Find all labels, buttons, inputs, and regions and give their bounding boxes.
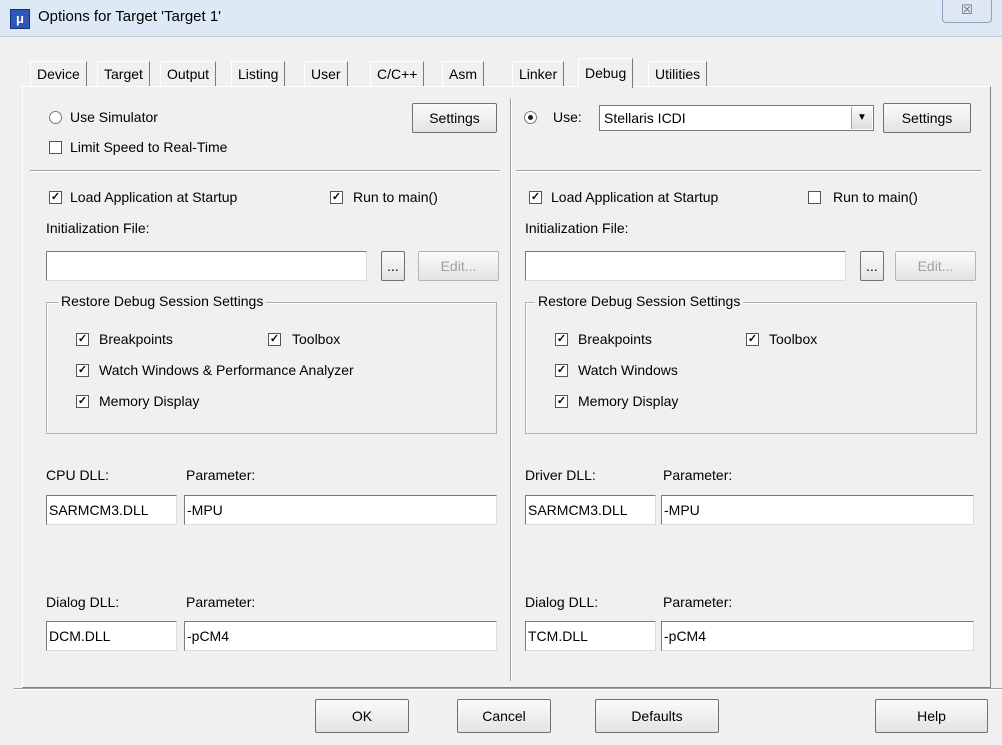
use-simulator-label: Use Simulator xyxy=(70,109,158,125)
tab-listing[interactable]: Listing xyxy=(231,61,286,87)
column-divider xyxy=(510,98,512,681)
right-load-app-checkbox[interactable]: ✓ xyxy=(529,191,542,204)
right-memory-label: Memory Display xyxy=(578,393,679,409)
left-memory-checkbox[interactable]: ✓ xyxy=(76,395,89,408)
limit-speed-checkbox[interactable] xyxy=(49,141,62,154)
left-dialog-param-label: Parameter: xyxy=(186,594,256,610)
driver-select[interactable]: Stellaris ICDI ▼ xyxy=(599,105,874,131)
right-breakpoints-label: Breakpoints xyxy=(578,331,652,347)
footer-separator xyxy=(14,688,1002,690)
tab-target[interactable]: Target xyxy=(97,61,150,87)
use-simulator-radio[interactable] xyxy=(49,111,62,124)
right-init-file-label: Initialization File: xyxy=(525,220,629,236)
left-load-app-label: Load Application at Startup xyxy=(70,189,238,205)
tab-debug[interactable]: Debug xyxy=(578,58,634,88)
right-dialog-dll-label: Dialog DLL: xyxy=(525,594,599,610)
right-memory-checkbox[interactable]: ✓ xyxy=(555,395,568,408)
left-breakpoints-label: Breakpoints xyxy=(99,331,173,347)
right-watch-checkbox[interactable]: ✓ xyxy=(555,364,568,377)
right-watch-label: Watch Windows xyxy=(578,362,678,378)
defaults-button[interactable]: Defaults xyxy=(595,699,719,733)
right-toolbox-label: Toolbox xyxy=(769,331,818,347)
close-icon: ☒ xyxy=(961,2,973,17)
left-memory-label: Memory Display xyxy=(99,393,200,409)
driver-dll-input[interactable]: SARMCM3.DLL xyxy=(525,495,656,525)
use-driver-label: Use: xyxy=(553,109,582,125)
right-dialog-param-input[interactable]: -pCM4 xyxy=(661,621,974,651)
left-init-file-input[interactable] xyxy=(46,251,367,281)
title-bar: μ Options for Target 'Target 1' ☒ xyxy=(0,0,1002,37)
left-watch-label: Watch Windows & Performance Analyzer xyxy=(99,362,354,378)
window-title: Options for Target 'Target 1' xyxy=(38,8,222,25)
tab-user[interactable]: User xyxy=(304,61,348,87)
right-separator xyxy=(516,170,981,172)
chevron-down-icon[interactable]: ▼ xyxy=(851,107,872,129)
left-toolbox-checkbox[interactable]: ✓ xyxy=(268,333,281,346)
left-browse-button[interactable]: ... xyxy=(381,251,405,281)
right-restore-legend: Restore Debug Session Settings xyxy=(535,293,744,309)
left-dialog-dll-label: Dialog DLL: xyxy=(46,594,120,610)
right-dialog-dll-input[interactable]: TCM.DLL xyxy=(525,621,656,651)
use-driver-radio[interactable] xyxy=(524,111,537,124)
right-load-app-label: Load Application at Startup xyxy=(551,189,719,205)
cpu-param-input[interactable]: -MPU xyxy=(184,495,497,525)
close-button[interactable]: ☒ xyxy=(942,0,992,23)
driver-param-label: Parameter: xyxy=(663,467,733,483)
driver-dll-label: Driver DLL: xyxy=(525,467,596,483)
right-run-to-main-label: Run to main() xyxy=(833,189,918,205)
cpu-dll-label: CPU DLL: xyxy=(46,467,110,483)
left-edit-button[interactable]: Edit... xyxy=(418,251,499,281)
app-icon: μ xyxy=(10,9,30,29)
left-dialog-dll-input[interactable]: DCM.DLL xyxy=(46,621,177,651)
tab-linker[interactable]: Linker xyxy=(512,61,565,87)
tab-c-cpp[interactable]: C/C++ xyxy=(370,61,425,87)
tab-output[interactable]: Output xyxy=(160,61,217,87)
left-breakpoints-checkbox[interactable]: ✓ xyxy=(76,333,89,346)
tab-utilities[interactable]: Utilities xyxy=(648,61,708,87)
left-watch-checkbox[interactable]: ✓ xyxy=(76,364,89,377)
right-dialog-param-label: Parameter: xyxy=(663,594,733,610)
left-restore-legend: Restore Debug Session Settings xyxy=(58,293,267,309)
cpu-dll-input[interactable]: SARMCM3.DLL xyxy=(46,495,177,525)
tab-asm[interactable]: Asm xyxy=(442,61,484,87)
right-browse-button[interactable]: ... xyxy=(860,251,884,281)
ok-button[interactable]: OK xyxy=(315,699,409,733)
right-init-file-input[interactable] xyxy=(525,251,846,281)
right-breakpoints-checkbox[interactable]: ✓ xyxy=(555,333,568,346)
cancel-button[interactable]: Cancel xyxy=(457,699,551,733)
left-init-file-label: Initialization File: xyxy=(46,220,150,236)
right-run-to-main-checkbox[interactable] xyxy=(808,191,821,204)
left-run-to-main-checkbox[interactable]: ✓ xyxy=(330,191,343,204)
right-toolbox-checkbox[interactable]: ✓ xyxy=(746,333,759,346)
limit-speed-label: Limit Speed to Real-Time xyxy=(70,139,228,155)
driver-param-input[interactable]: -MPU xyxy=(661,495,974,525)
tab-device[interactable]: Device xyxy=(30,61,87,87)
simulator-settings-button[interactable]: Settings xyxy=(412,103,497,133)
help-button[interactable]: Help xyxy=(875,699,988,733)
left-load-app-checkbox[interactable]: ✓ xyxy=(49,191,62,204)
driver-select-value: Stellaris ICDI xyxy=(604,110,686,126)
cpu-param-label: Parameter: xyxy=(186,467,256,483)
driver-settings-button[interactable]: Settings xyxy=(883,103,971,133)
left-separator xyxy=(30,170,500,172)
left-dialog-param-input[interactable]: -pCM4 xyxy=(184,621,497,651)
right-edit-button[interactable]: Edit... xyxy=(895,251,976,281)
left-toolbox-label: Toolbox xyxy=(292,331,341,347)
left-run-to-main-label: Run to main() xyxy=(353,189,438,205)
